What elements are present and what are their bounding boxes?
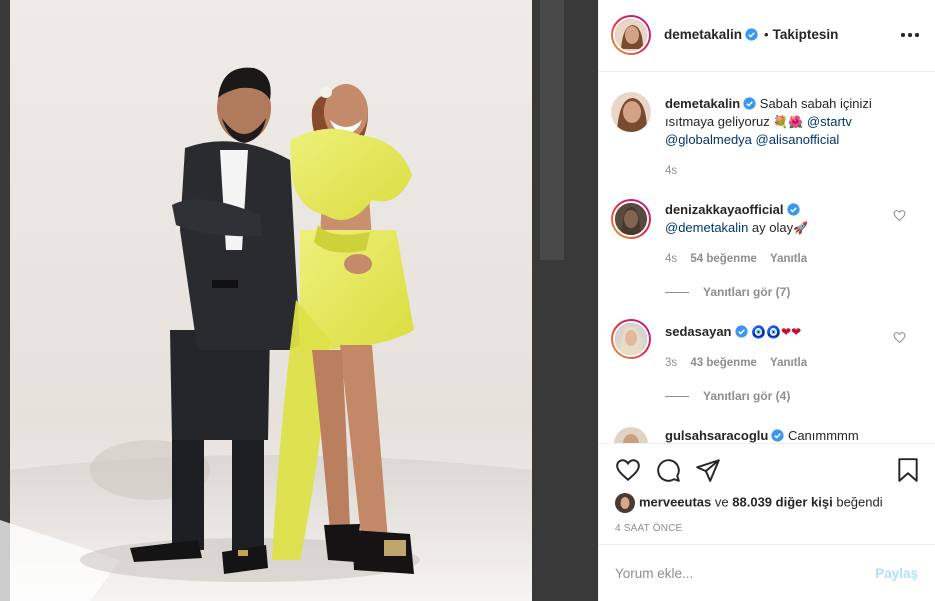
comment-avatar[interactable] <box>611 319 651 359</box>
comment-text: sedasayan 🧿🧿❤❤ <box>665 323 895 341</box>
post-header: demetakalin • Takiptesin <box>599 0 935 72</box>
comment-avatar[interactable] <box>611 199 651 239</box>
verified-icon <box>743 97 756 110</box>
comment-username[interactable]: gulsahsaracoglu <box>665 428 768 443</box>
comment-avatar[interactable] <box>614 427 648 443</box>
comment-meta: 4s 54 beğenme Yanıtla <box>665 253 817 265</box>
view-replies-label: Yanıtları gör (7) <box>703 285 791 299</box>
replies-line <box>665 292 689 294</box>
view-replies-label: Yanıtları gör (4) <box>703 389 791 403</box>
post-time-ago[interactable]: 4 SAAT ÖNCE <box>615 523 682 534</box>
verified-icon <box>786 203 800 216</box>
author-row: demetakalin • Takiptesin <box>664 27 838 42</box>
liked-by-avatar[interactable] <box>615 493 635 513</box>
verified-icon <box>734 325 748 338</box>
view-replies-button[interactable]: Yanıtları gör (4) <box>665 389 790 403</box>
caption-meta: 4s <box>665 165 687 177</box>
bookmark-icon[interactable] <box>895 457 921 483</box>
more-options-icon[interactable] <box>900 27 920 43</box>
comment-username[interactable]: denizakkayaofficial <box>665 202 784 217</box>
liked-by-count[interactable]: 88.039 diğer kişi <box>732 494 832 509</box>
reply-button[interactable]: Yanıtla <box>770 253 807 265</box>
comment-like-heart-icon[interactable] <box>893 209 906 222</box>
comment-meta: 3s 43 beğenme Yanıtla <box>665 357 817 369</box>
comment-text: denizakkayaofficial @demetakalin ay olay… <box>665 201 895 237</box>
comments-list[interactable]: demetakalin Sabah sabah içinizi ısıtmaya… <box>599 73 935 443</box>
action-bar: merveeutas ve 88.039 diğer kişi beğendi … <box>599 443 935 543</box>
mention-startv[interactable]: @startv <box>807 114 852 129</box>
comment-text: gulsahsaracoglu Canımmmm <box>665 427 895 443</box>
comment-icon[interactable] <box>655 457 681 483</box>
comment-emoji: 🧿🧿❤❤ <box>751 325 802 339</box>
comment-time[interactable]: 3s <box>665 357 677 369</box>
comment-likes[interactable]: 54 beğenme <box>690 253 756 265</box>
replies-line <box>665 396 689 398</box>
caption-avatar[interactable] <box>611 92 651 132</box>
post-comment-button[interactable]: Paylaş <box>875 566 918 581</box>
comment-emoji: 🚀 <box>793 221 809 235</box>
liked-by-suffix: beğendi <box>836 494 883 510</box>
mention-alisanofficial[interactable]: @alisanofficial <box>756 132 840 147</box>
comment-username[interactable]: sedasayan <box>665 324 732 339</box>
follow-separator: • <box>764 27 769 42</box>
author-avatar[interactable] <box>611 15 651 55</box>
verified-icon <box>745 28 758 41</box>
caption-username[interactable]: demetakalin <box>665 96 740 111</box>
view-replies-button[interactable]: Yanıtları gör (7) <box>665 285 790 299</box>
liked-by-row: merveeutas ve 88.039 diğer kişi beğendi <box>615 493 883 513</box>
follow-status-button[interactable]: Takiptesin <box>773 27 839 42</box>
post-side-panel: demetakalin • Takiptesin demetakalin Sabah… <box>598 0 935 601</box>
reply-button[interactable]: Yanıtla <box>770 357 807 369</box>
comment-input[interactable] <box>615 561 865 585</box>
add-comment-bar: Paylaş <box>599 544 935 601</box>
comment-mention[interactable]: @demetakalin <box>665 220 748 235</box>
share-icon[interactable] <box>695 457 721 483</box>
comment-likes[interactable]: 43 beğenme <box>690 357 756 369</box>
caption-time[interactable]: 4s <box>665 165 677 177</box>
caption-text: demetakalin Sabah sabah içinizi ısıtmaya… <box>665 95 895 149</box>
post-photo[interactable] <box>0 0 598 601</box>
comment-time[interactable]: 4s <box>665 253 677 265</box>
heart-icon[interactable] <box>615 457 641 483</box>
comment-body: Canımmmm <box>787 428 859 443</box>
author-username[interactable]: demetakalin <box>664 27 742 42</box>
verified-icon <box>771 429 784 442</box>
mention-globalmedya[interactable]: @globalmedya <box>665 132 752 147</box>
caption-emojis: 💐🌺 <box>773 115 804 129</box>
liked-by-user[interactable]: merveeutas <box>639 494 711 509</box>
liked-by-connector: ve <box>714 494 729 510</box>
comment-body: ay olay <box>751 220 794 235</box>
comment-like-heart-icon[interactable] <box>893 331 906 344</box>
